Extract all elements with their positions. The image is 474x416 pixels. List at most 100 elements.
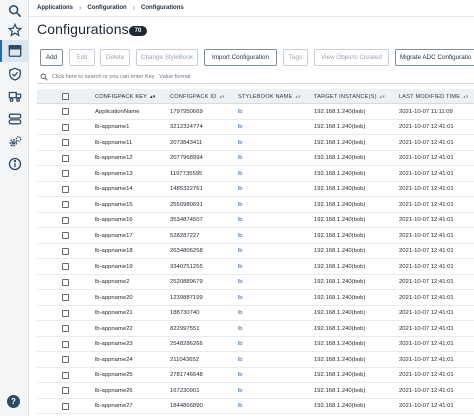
row-checkbox[interactable] xyxy=(62,139,69,147)
stylebook-name-link[interactable]: lb xyxy=(238,151,243,167)
stylebook-name-link[interactable]: lb xyxy=(238,104,243,120)
column-stylebook-name[interactable]: STYLEBOOK NAME ▴▾ xyxy=(238,89,301,104)
row-select-cell xyxy=(62,166,69,182)
stylebook-name-link[interactable]: lb xyxy=(238,383,243,399)
table-row[interactable]: lb-appname11 2073843411 lb 192.168.1.240(bo… xyxy=(37,135,474,151)
stylebook-name-link[interactable]: lb xyxy=(238,306,243,322)
row-checkbox[interactable] xyxy=(62,356,69,364)
table-row[interactable]: lb-appname22 822997551 lb 192.168.1.240(bob… xyxy=(37,321,474,337)
row-checkbox[interactable] xyxy=(62,340,69,348)
stylebook-name-link[interactable]: lb xyxy=(238,368,243,384)
table-row[interactable]: ApplicationName 1797950669 lb 192.168.1.240… xyxy=(37,104,474,120)
row-select-cell xyxy=(62,244,69,260)
row-checkbox[interactable] xyxy=(62,154,69,162)
add-button[interactable]: Add xyxy=(40,49,63,66)
stylebook-name-link[interactable]: lb xyxy=(238,213,243,229)
settings-stack-icon[interactable] xyxy=(0,108,29,130)
table-row[interactable]: lb-appname14 1485322761 lb 192.168.1.240(bo… xyxy=(37,182,474,198)
last-modified-cell: 2021-10-07 12:41:01 xyxy=(399,387,454,394)
row-select-cell xyxy=(62,135,69,151)
last-modified-cell: 2021-10-07 12:41:01 xyxy=(399,403,454,410)
column-label: CONFIGPACK ID xyxy=(170,93,217,100)
stylebook-name-link[interactable]: lb xyxy=(238,399,243,415)
star-icon[interactable] xyxy=(0,19,29,41)
table-row[interactable]: lb-appname20 1239887199 lb 192.168.1.240(bo… xyxy=(37,290,474,306)
stylebook-name-link[interactable]: lb xyxy=(238,321,243,337)
table-row[interactable]: lb-appname1 3212324774 lb 192.168.1.240(bob… xyxy=(37,120,474,136)
sort-icon: ▴▾ xyxy=(150,93,156,100)
row-checkbox[interactable] xyxy=(62,309,69,317)
breadcrumb-applications[interactable]: Applications xyxy=(37,5,73,11)
stylebook-name-link[interactable]: lb xyxy=(238,166,243,182)
stylebook-name-link[interactable]: lb xyxy=(238,275,243,291)
table-row[interactable]: lb-appname21 188730740 lb 192.168.1.240(bob… xyxy=(37,306,474,322)
table-row[interactable]: lb-appname18 2634806258 lb 192.168.1.240(bo… xyxy=(37,244,474,260)
row-checkbox[interactable] xyxy=(62,263,69,271)
configpack-key-cell: lb-appname21 xyxy=(95,310,133,317)
row-checkbox[interactable] xyxy=(62,170,69,178)
row-checkbox[interactable] xyxy=(62,232,69,240)
change-stylebook-button[interactable]: Change StyleBook xyxy=(136,49,198,66)
info-icon[interactable] xyxy=(0,153,29,175)
stylebook-name-link[interactable]: lb xyxy=(238,290,243,306)
stylebook-name-link[interactable]: lb xyxy=(238,182,243,198)
row-checkbox[interactable] xyxy=(62,216,69,224)
row-checkbox[interactable] xyxy=(62,247,69,255)
table-row[interactable]: lb-appname25 2781746648 lb 192.168.1.240(bo… xyxy=(37,368,474,384)
security-shield-icon[interactable] xyxy=(0,63,29,85)
stylebook-name-link[interactable]: lb xyxy=(238,197,243,213)
stylebook-name-link[interactable]: lb xyxy=(238,120,243,136)
row-select-cell xyxy=(62,383,69,399)
row-checkbox[interactable] xyxy=(62,294,69,302)
configpack-key-cell: lb-appname14 xyxy=(95,186,133,193)
breadcrumb-configuration[interactable]: Configuration xyxy=(87,5,126,11)
column-target-instances[interactable]: TARGET INSTANCE(S) ▴▾ xyxy=(314,89,385,104)
row-checkbox[interactable] xyxy=(62,371,69,379)
help-icon[interactable]: ? xyxy=(7,395,20,408)
row-checkbox[interactable] xyxy=(62,278,69,286)
gears-icon[interactable] xyxy=(0,131,29,153)
sort-icon: ▴▾ xyxy=(379,93,386,100)
row-checkbox[interactable] xyxy=(62,402,69,410)
delete-button[interactable]: Delete xyxy=(100,49,130,66)
view-objects-created-button[interactable]: View Objects Created xyxy=(314,49,389,66)
table-row[interactable]: lb-appname24 211043652 lb 192.168.1.240(bob… xyxy=(37,352,474,368)
search-input[interactable] xyxy=(52,73,472,80)
table-row[interactable]: lb-appname16 3534874507 lb 192.168.1.240(bo… xyxy=(37,213,474,229)
row-checkbox[interactable] xyxy=(62,387,69,395)
row-checkbox[interactable] xyxy=(62,201,69,209)
configpack-key-cell: lb-appname16 xyxy=(95,217,133,224)
stylebook-name-link[interactable]: lb xyxy=(238,337,243,353)
column-configpack-id[interactable]: CONFIGPACK ID ▴▾ xyxy=(170,89,225,104)
stylebook-name-link[interactable]: lb xyxy=(238,259,243,275)
table-row[interactable]: lb-appname27 1844866890 lb 192.168.1.240(bo… xyxy=(37,399,474,415)
select-all-checkbox[interactable] xyxy=(62,93,69,100)
table-row[interactable]: lb-appname19 3340751255 lb 192.168.1.240(bo… xyxy=(37,259,474,275)
table-row[interactable]: lb-appname17 528287227 lb 192.168.1.240(bob… xyxy=(37,228,474,244)
table-row[interactable]: lb-appname23 2548286266 lb 192.168.1.240(bo… xyxy=(37,337,474,353)
table-row[interactable]: lb-appname13 1197735595 lb 192.168.1.240(bo… xyxy=(37,166,474,182)
stylebook-name-link[interactable]: lb xyxy=(238,135,243,151)
column-configpack-key[interactable]: CONFIGPACK KEY ▴▾ xyxy=(95,89,156,104)
infrastructure-icon[interactable] xyxy=(0,85,29,107)
import-configuration-button[interactable]: Import Configuration xyxy=(204,49,277,66)
table-row[interactable]: lb-appname2 2520889679 lb 192.168.1.240(bob… xyxy=(37,275,474,291)
table-row[interactable]: lb-appname26 167230901 lb 192.168.1.240(bob… xyxy=(37,383,474,399)
row-checkbox[interactable] xyxy=(62,325,69,333)
table-row[interactable]: lb-appname15 2550980691 lb 192.168.1.240(bo… xyxy=(37,197,474,213)
table-row[interactable]: lb-appname12 2077968994 lb 192.168.1.240(bo… xyxy=(37,151,474,167)
stylebook-name-link[interactable]: lb xyxy=(238,228,243,244)
row-checkbox[interactable] xyxy=(62,123,69,131)
stylebook-name-link[interactable]: lb xyxy=(238,244,243,260)
column-last-modified-time[interactable]: LAST MODIFIED TIME ▴▾ xyxy=(399,89,469,104)
row-checkbox[interactable] xyxy=(62,185,69,193)
edit-button[interactable]: Edit xyxy=(69,49,95,66)
tags-button[interactable]: Tags xyxy=(283,49,308,66)
applications-icon[interactable] xyxy=(0,40,29,62)
configpack-key-cell: lb-appname1 xyxy=(95,124,130,131)
stylebook-name-link[interactable]: lb xyxy=(238,352,243,368)
migrate-adc-configuration-button[interactable]: Migrate ADC Configuratio xyxy=(395,49,474,66)
configpack-id-cell: 822997551 xyxy=(170,325,200,332)
configpack-id-cell: 211043652 xyxy=(170,356,200,363)
row-checkbox[interactable] xyxy=(62,108,69,116)
